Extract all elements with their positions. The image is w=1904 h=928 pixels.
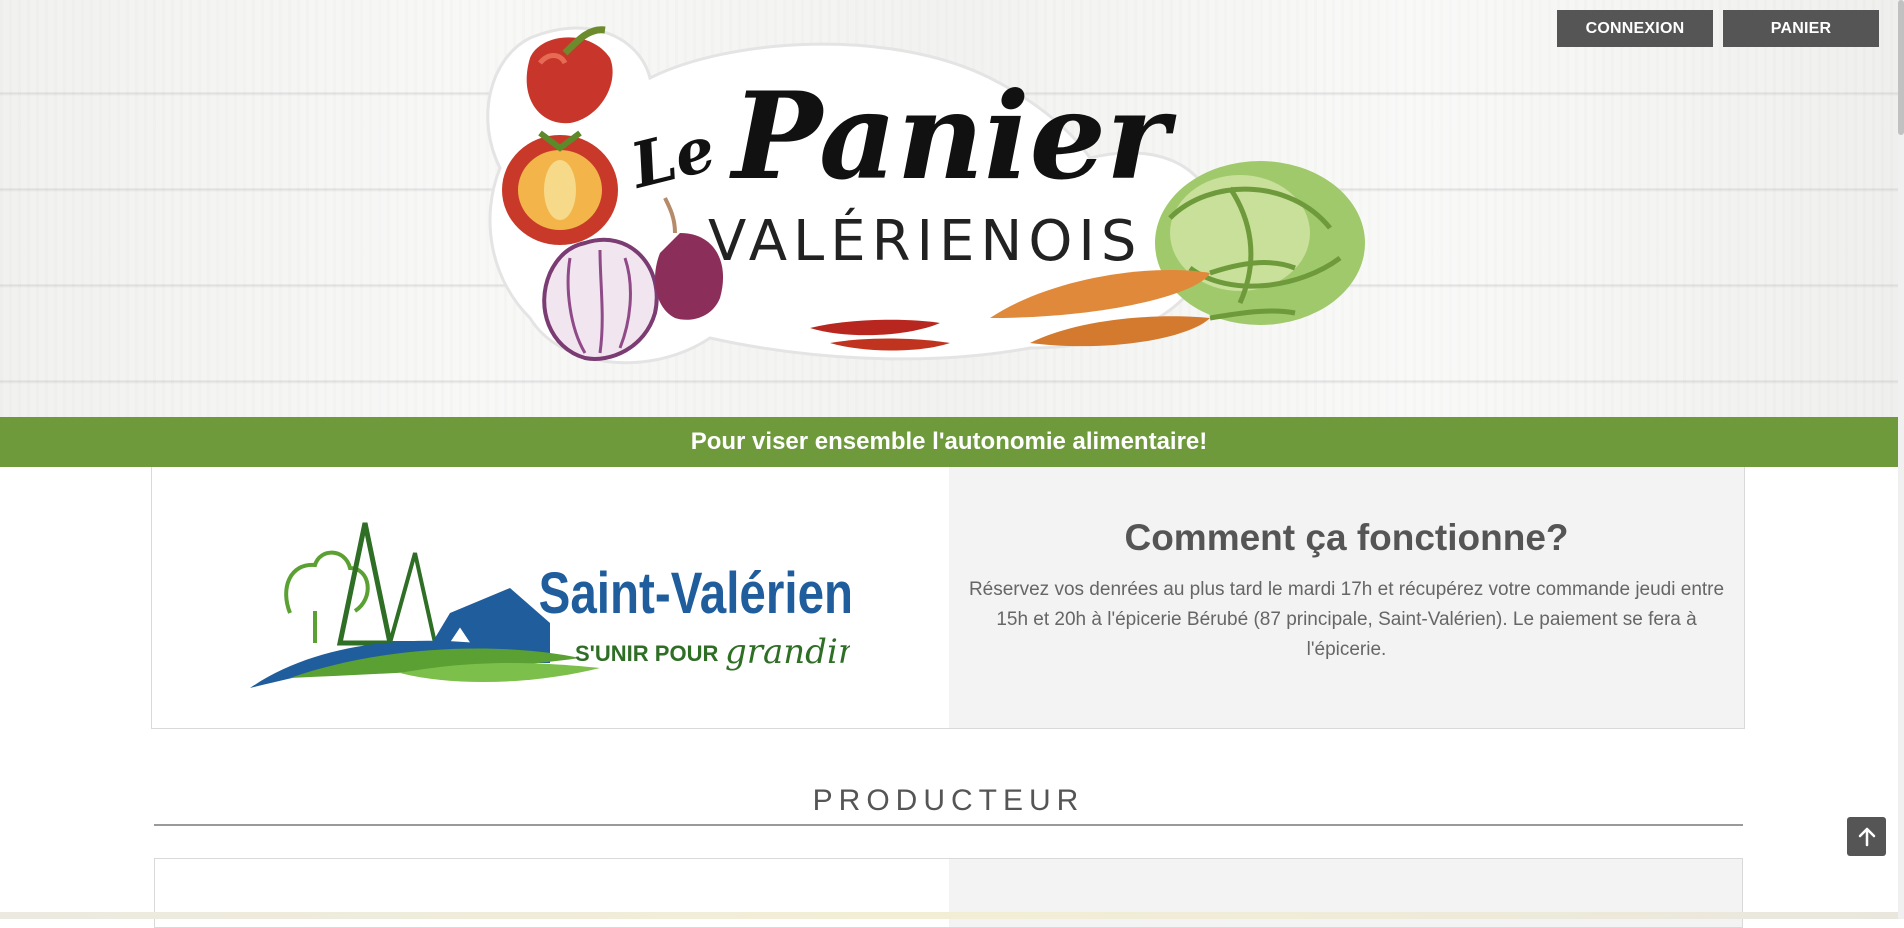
arrow-up-icon: [1858, 827, 1875, 846]
page-scrollbar[interactable]: [1898, 0, 1904, 919]
how-it-works-title: Comment ça fonctionne?: [1124, 517, 1569, 558]
municipality-logo-panel: Saint-Valérien S'UNIR POUR grandir!: [152, 467, 949, 728]
cabbage-icon: [1155, 161, 1365, 325]
login-button[interactable]: CONNEXION: [1557, 10, 1713, 47]
producer-section-title: PRODUCTEUR: [812, 784, 1085, 817]
back-to-top-button[interactable]: [1847, 817, 1886, 856]
municipality-slogan-script: grandir!: [725, 632, 850, 672]
page-bottom-strip: [0, 912, 1904, 919]
logo-title: Panier: [729, 66, 1177, 207]
municipality-slogan: S'UNIR POUR: [575, 641, 718, 666]
tagline-banner: Pour viser ensemble l'autonomie alimenta…: [0, 417, 1898, 467]
municipality-name: Saint-Valérien: [539, 562, 850, 627]
site-logo[interactable]: Le Panier VALÉRIENOIS: [470, 18, 1410, 398]
scrollbar-thumb[interactable]: [1898, 0, 1904, 135]
cart-button[interactable]: PANIER: [1723, 10, 1879, 47]
saint-valerien-logo[interactable]: Saint-Valérien S'UNIR POUR grandir!: [250, 493, 850, 693]
logo-subtitle: VALÉRIENOIS: [708, 209, 1142, 274]
section-divider: [154, 824, 1743, 826]
how-it-works-panel: Comment ça fonctionne? Réservez vos denr…: [949, 467, 1744, 728]
info-panel: Saint-Valérien S'UNIR POUR grandir! Comm…: [151, 467, 1745, 729]
how-it-works-text: Réservez vos denrées au plus tard le mar…: [968, 579, 1725, 660]
